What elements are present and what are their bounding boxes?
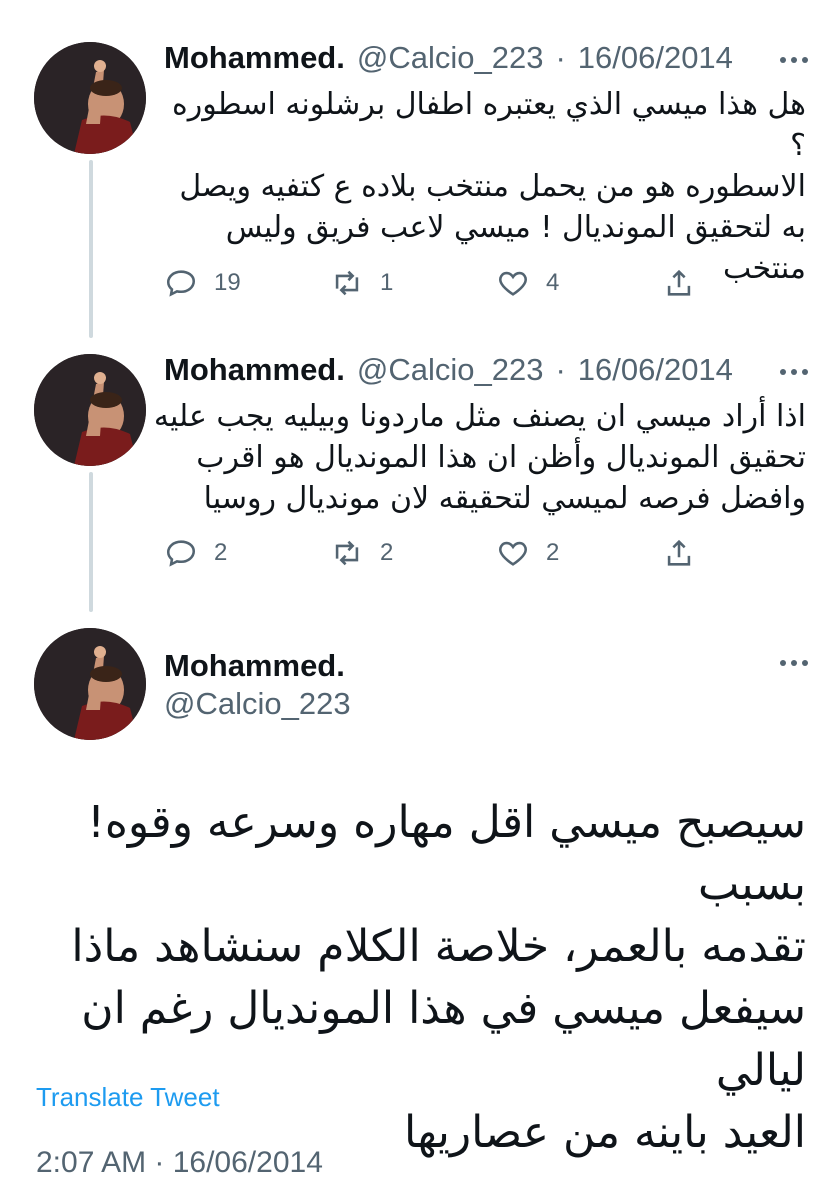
author-name[interactable]: Mohammed.	[164, 40, 345, 76]
tweet-text-line: هل هذا ميسي الذي يعتبره اطفال برشلونه اس…	[172, 87, 806, 163]
tweet-text-line: اذا أراد ميسي ان يصنف مثل ماردونا وبيليه…	[153, 399, 806, 434]
retweet-count: 1	[380, 269, 394, 296]
tweet-text-line: به لتحقيق المونديال ! ميسي لاعب فريق ولي…	[225, 210, 806, 245]
tweet-text-line: الاسطوره هو من يحمل منتخب بلاده ع كتفيه …	[179, 169, 806, 204]
main-tweet: Mohammed. @Calcio_223 سيصبح ميسي اقل مها…	[0, 616, 833, 1200]
author-name[interactable]: Mohammed.	[164, 352, 345, 388]
retweet-button[interactable]: 2	[330, 536, 393, 570]
translate-tweet-link[interactable]: Translate Tweet	[36, 1082, 220, 1113]
avatar-image	[34, 628, 146, 740]
reply-count: 19	[214, 269, 241, 296]
tweet-text: هل هذا ميسي الذي يعتبره اطفال برشلونه اس…	[150, 84, 806, 289]
avatar[interactable]	[34, 628, 146, 740]
avatar[interactable]	[34, 42, 146, 154]
avatar[interactable]	[34, 354, 146, 466]
retweet-count: 2	[380, 539, 394, 566]
like-count: 2	[546, 539, 560, 566]
more-dots-icon[interactable]	[780, 660, 808, 666]
avatar-image	[34, 354, 146, 466]
tweet-text-line: وافضل فرصه لميسي لتحقيقه لان مونديال روس…	[203, 481, 806, 516]
reply-button[interactable]: 2	[164, 536, 227, 570]
tweet-timestamp[interactable]: 2:07 AM · 16/06/2014	[36, 1146, 323, 1180]
tweet[interactable]: Mohammed. @Calcio_223 · 16/06/2014 هل هذ…	[0, 0, 833, 340]
avatar-image	[34, 42, 146, 154]
reply-icon	[166, 270, 196, 297]
more-dots-icon[interactable]	[780, 57, 808, 63]
retweet-icon	[335, 270, 359, 296]
share-button[interactable]	[662, 266, 696, 300]
retweet-icon	[335, 540, 359, 566]
tweet-date[interactable]: 16/06/2014	[578, 40, 733, 76]
share-icon	[667, 539, 691, 566]
more-dots-icon[interactable]	[780, 369, 808, 375]
tweet-text-line: منتخب	[723, 251, 806, 286]
like-button[interactable]: 4	[496, 266, 559, 300]
tweet[interactable]: Mohammed. @Calcio_223 · 16/06/2014 اذا أ…	[0, 340, 833, 616]
tweet-date[interactable]: 16/06/2014	[578, 352, 733, 388]
share-button[interactable]	[662, 536, 696, 570]
main-text-line: تقدمه بالعمر، خلاصة الكلام سنشاهد ماذا	[71, 921, 806, 972]
heart-icon	[499, 271, 527, 296]
main-text-line: سيصبح ميسي اقل مهاره وسرعه وقوه! بسبب	[87, 797, 806, 910]
heart-icon	[499, 541, 527, 566]
tweet-header: Mohammed. @Calcio_223 · 16/06/2014	[164, 40, 733, 76]
reply-icon	[166, 540, 196, 567]
author-handle[interactable]: @Calcio_223	[357, 352, 544, 388]
separator: ·	[555, 40, 566, 75]
author-handle[interactable]: @Calcio_223	[164, 686, 351, 722]
tweet-text: اذا أراد ميسي ان يصنف مثل ماردونا وبيليه…	[150, 396, 806, 519]
separator: ·	[555, 352, 566, 387]
author-handle[interactable]: @Calcio_223	[357, 40, 544, 76]
author-name[interactable]: Mohammed.	[164, 648, 345, 684]
reply-count: 2	[214, 539, 228, 566]
share-icon	[667, 269, 691, 296]
like-count: 4	[546, 269, 560, 296]
tweet-header: Mohammed. @Calcio_223 · 16/06/2014	[164, 352, 733, 388]
retweet-button[interactable]: 1	[330, 266, 393, 300]
like-button[interactable]: 2	[496, 536, 559, 570]
tweet-text-line: تحقيق المونديال وأظن ان هذا المونديال هو…	[196, 440, 806, 475]
reply-button[interactable]: 19	[164, 266, 241, 300]
